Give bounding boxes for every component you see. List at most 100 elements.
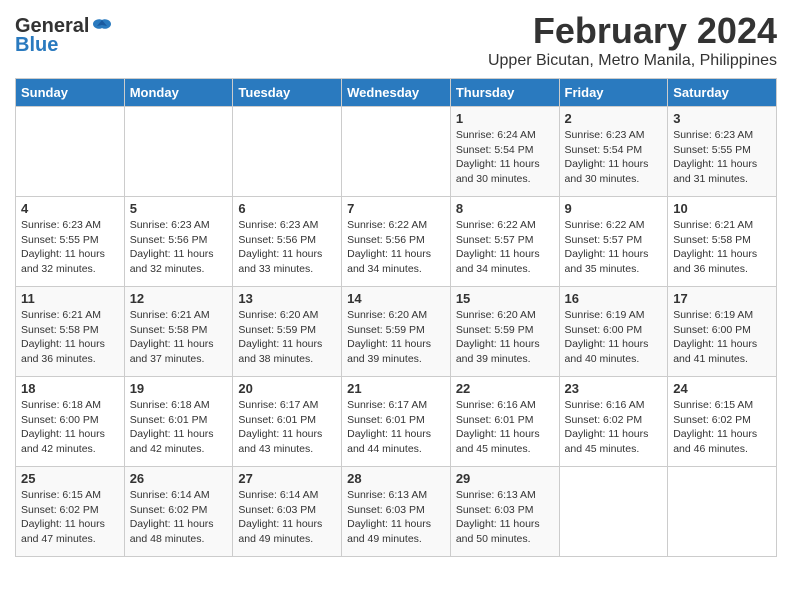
day-number: 17: [673, 291, 771, 306]
calendar-cell: 27 Sunrise: 6:14 AMSunset: 6:03 PMDayligh…: [233, 467, 342, 557]
day-info: Sunrise: 6:21 AMSunset: 5:58 PMDaylight:…: [673, 218, 771, 277]
day-number: 23: [565, 381, 663, 396]
day-number: 5: [130, 201, 228, 216]
day-number: 15: [456, 291, 554, 306]
calendar-cell: [668, 467, 777, 557]
day-info: Sunrise: 6:15 AMSunset: 6:02 PMDaylight:…: [21, 488, 119, 547]
day-info: Sunrise: 6:15 AMSunset: 6:02 PMDaylight:…: [673, 398, 771, 457]
day-number: 28: [347, 471, 445, 486]
day-number: 2: [565, 111, 663, 126]
day-number: 22: [456, 381, 554, 396]
day-info: Sunrise: 6:23 AMSunset: 5:56 PMDaylight:…: [130, 218, 228, 277]
calendar-week-4: 18Sunrise: 6:18 AMSunset: 6:00 PMDayligh…: [16, 377, 777, 467]
logo-blue-text: Blue: [15, 34, 58, 57]
calendar-cell: 18Sunrise: 6:18 AMSunset: 6:00 PMDayligh…: [16, 377, 125, 467]
day-info: Sunrise: 6:20 AMSunset: 5:59 PMDaylight:…: [456, 308, 554, 367]
calendar-cell: 13Sunrise: 6:20 AMSunset: 5:59 PMDayligh…: [233, 287, 342, 377]
calendar-cell: 29 Sunrise: 6:13 AMSunset: 6:03 PMDayligh…: [450, 467, 559, 557]
calendar-cell: 28 Sunrise: 6:13 AMSunset: 6:03 PMDayligh…: [342, 467, 451, 557]
day-header-monday: Monday: [124, 79, 233, 107]
title-area: February 2024 Upper Bicutan, Metro Manil…: [488, 10, 777, 70]
day-number: 25: [21, 471, 119, 486]
calendar-cell: 8 Sunrise: 6:22 AMSunset: 5:57 PMDaylight…: [450, 197, 559, 287]
logo: General Blue: [15, 10, 113, 57]
calendar-cell: 4 Sunrise: 6:23 AMSunset: 5:55 PMDaylight…: [16, 197, 125, 287]
calendar-cell: 7 Sunrise: 6:22 AMSunset: 5:56 PMDaylight…: [342, 197, 451, 287]
calendar-week-3: 11 Sunrise: 6:21 AMSunset: 5:58 PMDayligh…: [16, 287, 777, 377]
calendar-cell: [559, 467, 668, 557]
day-number: 12: [130, 291, 228, 306]
day-header-thursday: Thursday: [450, 79, 559, 107]
day-info: Sunrise: 6:23 AMSunset: 5:56 PMDaylight:…: [238, 218, 336, 277]
day-number: 27: [238, 471, 336, 486]
day-info: Sunrise: 6:23 AMSunset: 5:54 PMDaylight:…: [565, 128, 663, 187]
calendar-cell: 2 Sunrise: 6:23 AMSunset: 5:54 PMDaylight…: [559, 107, 668, 197]
calendar-cell: 12 Sunrise: 6:21 AMSunset: 5:58 PMDayligh…: [124, 287, 233, 377]
calendar-cell: 3 Sunrise: 6:23 AMSunset: 5:55 PMDaylight…: [668, 107, 777, 197]
day-info: Sunrise: 6:13 AMSunset: 6:03 PMDaylight:…: [456, 488, 554, 547]
calendar-cell: 26 Sunrise: 6:14 AMSunset: 6:02 PMDayligh…: [124, 467, 233, 557]
header-row: SundayMondayTuesdayWednesdayThursdayFrid…: [16, 79, 777, 107]
day-number: 9: [565, 201, 663, 216]
day-number: 20: [238, 381, 336, 396]
day-header-sunday: Sunday: [16, 79, 125, 107]
day-number: 26: [130, 471, 228, 486]
day-number: 24: [673, 381, 771, 396]
day-info: Sunrise: 6:23 AMSunset: 5:55 PMDaylight:…: [673, 128, 771, 187]
day-info: Sunrise: 6:21 AMSunset: 5:58 PMDaylight:…: [130, 308, 228, 367]
day-number: 3: [673, 111, 771, 126]
day-number: 29: [456, 471, 554, 486]
day-number: 7: [347, 201, 445, 216]
day-number: 11: [21, 291, 119, 306]
calendar-cell: 22 Sunrise: 6:16 AMSunset: 6:01 PMDayligh…: [450, 377, 559, 467]
day-info: Sunrise: 6:16 AMSunset: 6:02 PMDaylight:…: [565, 398, 663, 457]
calendar-cell: 1Sunrise: 6:24 AMSunset: 5:54 PMDaylight…: [450, 107, 559, 197]
day-number: 19: [130, 381, 228, 396]
day-info: Sunrise: 6:14 AMSunset: 6:02 PMDaylight:…: [130, 488, 228, 547]
day-header-wednesday: Wednesday: [342, 79, 451, 107]
calendar-cell: 16Sunrise: 6:19 AMSunset: 6:00 PMDayligh…: [559, 287, 668, 377]
day-info: Sunrise: 6:22 AMSunset: 5:57 PMDaylight:…: [456, 218, 554, 277]
calendar-cell: [16, 107, 125, 197]
day-number: 8: [456, 201, 554, 216]
calendar-cell: 25 Sunrise: 6:15 AMSunset: 6:02 PMDayligh…: [16, 467, 125, 557]
month-title: February 2024: [488, 10, 777, 52]
day-header-saturday: Saturday: [668, 79, 777, 107]
calendar-cell: 9 Sunrise: 6:22 AMSunset: 5:57 PMDaylight…: [559, 197, 668, 287]
location-title: Upper Bicutan, Metro Manila, Philippines: [488, 52, 777, 70]
day-number: 6: [238, 201, 336, 216]
calendar-cell: 17 Sunrise: 6:19 AMSunset: 6:00 PMDayligh…: [668, 287, 777, 377]
day-info: Sunrise: 6:17 AMSunset: 6:01 PMDaylight:…: [347, 398, 445, 457]
day-info: Sunrise: 6:22 AMSunset: 5:57 PMDaylight:…: [565, 218, 663, 277]
day-info: Sunrise: 6:20 AMSunset: 5:59 PMDaylight:…: [238, 308, 336, 367]
calendar-week-2: 4 Sunrise: 6:23 AMSunset: 5:55 PMDaylight…: [16, 197, 777, 287]
day-number: 14: [347, 291, 445, 306]
calendar-cell: 15 Sunrise: 6:20 AMSunset: 5:59 PMDayligh…: [450, 287, 559, 377]
day-info: Sunrise: 6:21 AMSunset: 5:58 PMDaylight:…: [21, 308, 119, 367]
day-header-friday: Friday: [559, 79, 668, 107]
calendar-cell: 20 Sunrise: 6:17 AMSunset: 6:01 PMDayligh…: [233, 377, 342, 467]
day-info: Sunrise: 6:13 AMSunset: 6:03 PMDaylight:…: [347, 488, 445, 547]
day-info: Sunrise: 6:24 AMSunset: 5:54 PMDaylight:…: [456, 128, 554, 187]
day-info: Sunrise: 6:17 AMSunset: 6:01 PMDaylight:…: [238, 398, 336, 457]
day-number: 21: [347, 381, 445, 396]
day-info: Sunrise: 6:19 AMSunset: 6:00 PMDaylight:…: [673, 308, 771, 367]
calendar-cell: [342, 107, 451, 197]
calendar-cell: [233, 107, 342, 197]
logo-bird-icon: [91, 18, 113, 36]
header: General Blue February 2024 Upper Bicutan…: [15, 10, 777, 70]
calendar-cell: 10Sunrise: 6:21 AMSunset: 5:58 PMDayligh…: [668, 197, 777, 287]
day-info: Sunrise: 6:14 AMSunset: 6:03 PMDaylight:…: [238, 488, 336, 547]
calendar-cell: 5 Sunrise: 6:23 AMSunset: 5:56 PMDaylight…: [124, 197, 233, 287]
calendar-cell: 24 Sunrise: 6:15 AMSunset: 6:02 PMDayligh…: [668, 377, 777, 467]
day-info: Sunrise: 6:20 AMSunset: 5:59 PMDaylight:…: [347, 308, 445, 367]
calendar-table: SundayMondayTuesdayWednesdayThursdayFrid…: [15, 78, 777, 557]
calendar-cell: 6 Sunrise: 6:23 AMSunset: 5:56 PMDaylight…: [233, 197, 342, 287]
day-number: 16: [565, 291, 663, 306]
calendar-cell: 19Sunrise: 6:18 AMSunset: 6:01 PMDayligh…: [124, 377, 233, 467]
day-info: Sunrise: 6:22 AMSunset: 5:56 PMDaylight:…: [347, 218, 445, 277]
day-info: Sunrise: 6:23 AMSunset: 5:55 PMDaylight:…: [21, 218, 119, 277]
day-info: Sunrise: 6:18 AMSunset: 6:00 PMDaylight:…: [21, 398, 119, 457]
day-info: Sunrise: 6:16 AMSunset: 6:01 PMDaylight:…: [456, 398, 554, 457]
day-number: 4: [21, 201, 119, 216]
